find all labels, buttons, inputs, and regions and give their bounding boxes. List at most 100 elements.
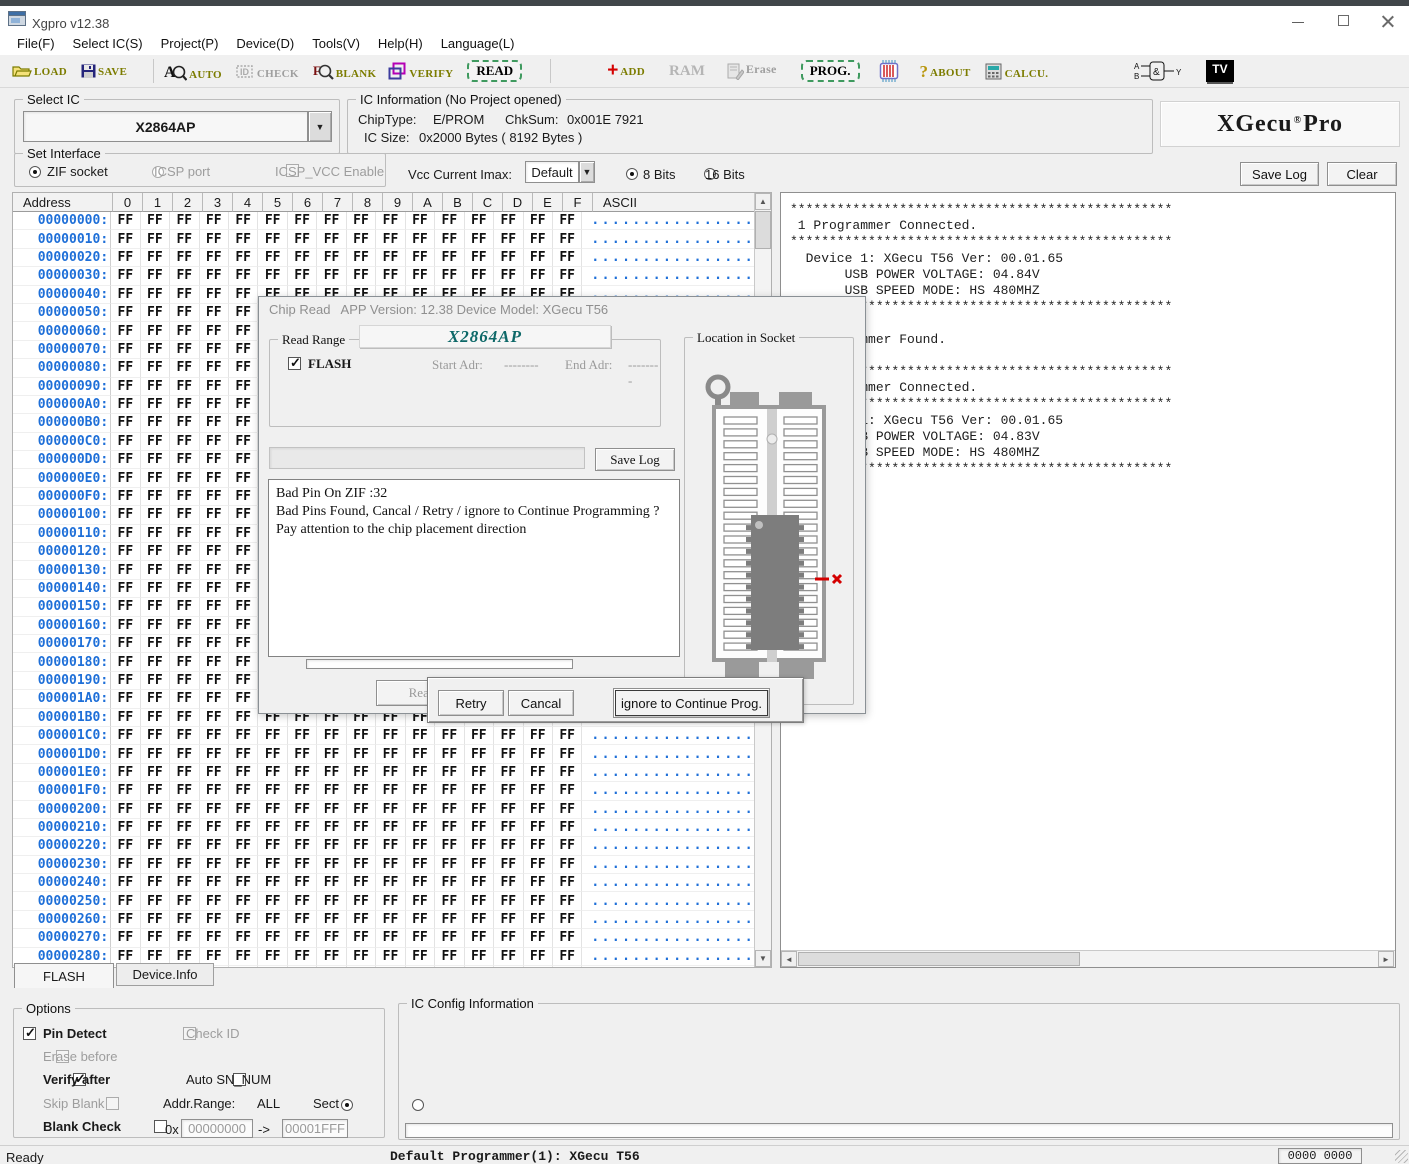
hex-byte-cell[interactable]: FF [258, 856, 287, 874]
auto-button[interactable]: A AUTO [164, 62, 222, 81]
hex-byte-cell[interactable]: FF [524, 764, 553, 782]
hex-byte-cell[interactable]: FF [141, 322, 170, 340]
scroll-right-icon[interactable]: ► [1378, 951, 1394, 967]
hex-byte-cell[interactable]: FF [141, 414, 170, 432]
hex-byte-cell[interactable]: FF [111, 598, 140, 616]
hex-byte-cell[interactable]: FF [524, 874, 553, 892]
hex-byte-cell[interactable]: FF [141, 709, 170, 727]
hex-byte-cell[interactable]: FF [317, 929, 346, 947]
hex-byte-cell[interactable]: FF [170, 267, 199, 285]
hex-byte-cell[interactable]: FF [494, 819, 523, 837]
hex-byte-cell[interactable]: FF [170, 672, 199, 690]
hex-byte-cell[interactable]: FF [229, 892, 258, 910]
ignore-continue-button[interactable]: ignore to Continue Prog. [613, 688, 770, 718]
hex-byte-cell[interactable]: FF [553, 892, 582, 910]
hex-byte-cell[interactable]: FF [229, 874, 258, 892]
hex-byte-cell[interactable]: FF [111, 378, 140, 396]
hex-byte-cell[interactable]: FF [258, 782, 287, 800]
hex-byte-cell[interactable]: FF [435, 764, 464, 782]
hex-byte-cell[interactable]: FF [258, 948, 287, 966]
hex-byte-cell[interactable]: FF [111, 230, 140, 248]
hex-byte-cell[interactable]: FF [170, 819, 199, 837]
tab-flash[interactable]: FLASH [14, 963, 114, 988]
hex-byte-cell[interactable]: FF [435, 745, 464, 763]
hex-byte-cell[interactable]: FF [141, 782, 170, 800]
hex-byte-cell[interactable]: FF [494, 801, 523, 819]
vcc-imax-combobox[interactable]: Default [525, 161, 579, 183]
hex-byte-cell[interactable]: FF [465, 764, 494, 782]
hex-byte-cell[interactable]: FF [200, 396, 229, 414]
hex-byte-cell[interactable]: FF [229, 690, 258, 708]
hex-byte-cell[interactable]: FF [229, 966, 258, 968]
hex-byte-cell[interactable]: FF [170, 506, 199, 524]
prog-button[interactable]: PROG. [801, 60, 860, 82]
hex-byte-cell[interactable]: FF [111, 580, 140, 598]
range-from-input[interactable]: 00000000 [181, 1119, 253, 1138]
hex-byte-cell[interactable]: FF [406, 911, 435, 929]
hex-byte-cell[interactable]: FF [229, 304, 258, 322]
hex-byte-cell[interactable]: FF [229, 543, 258, 561]
hex-byte-cell[interactable]: FF [111, 543, 140, 561]
hex-byte-cell[interactable]: FF [406, 837, 435, 855]
hex-byte-cell[interactable]: FF [141, 488, 170, 506]
hex-byte-cell[interactable]: FF [111, 267, 140, 285]
hex-byte-cell[interactable]: FF [553, 819, 582, 837]
hex-byte-cell[interactable]: FF [229, 396, 258, 414]
hex-byte-cell[interactable]: FF [229, 267, 258, 285]
hex-byte-cell[interactable]: FF [170, 874, 199, 892]
hex-byte-cell[interactable]: FF [170, 764, 199, 782]
hex-byte-cell[interactable]: FF [435, 782, 464, 800]
hex-byte-cell[interactable]: FF [347, 892, 376, 910]
hex-byte-cell[interactable]: FF [288, 764, 317, 782]
hex-byte-cell[interactable]: FF [141, 359, 170, 377]
hex-byte-cell[interactable]: FF [200, 617, 229, 635]
hex-byte-cell[interactable]: FF [111, 286, 140, 304]
hex-byte-cell[interactable]: FF [170, 782, 199, 800]
hex-byte-cell[interactable]: FF [288, 267, 317, 285]
hex-byte-cell[interactable]: FF [347, 929, 376, 947]
hex-byte-cell[interactable]: FF [317, 892, 346, 910]
hex-byte-cell[interactable]: FF [494, 874, 523, 892]
hex-byte-cell[interactable]: FF [111, 506, 140, 524]
hex-column-header[interactable]: 2 [173, 193, 203, 212]
hex-byte-cell[interactable]: FF [406, 745, 435, 763]
hex-byte-cell[interactable]: FF [435, 212, 464, 230]
hex-byte-cell[interactable]: FF [200, 469, 229, 487]
hex-byte-cell[interactable]: FF [347, 782, 376, 800]
hex-byte-cell[interactable]: FF [435, 819, 464, 837]
hex-byte-cell[interactable]: FF [494, 966, 523, 968]
hex-byte-cell[interactable]: FF [200, 433, 229, 451]
hex-byte-cell[interactable]: FF [170, 359, 199, 377]
hex-byte-cell[interactable]: FF [376, 230, 405, 248]
hex-byte-cell[interactable]: FF [258, 727, 287, 745]
hex-byte-cell[interactable]: FF [347, 801, 376, 819]
hex-byte-cell[interactable]: FF [288, 212, 317, 230]
hex-byte-cell[interactable]: FF [229, 414, 258, 432]
hex-byte-cell[interactable]: FF [317, 819, 346, 837]
hex-byte-cell[interactable]: FF [435, 929, 464, 947]
hex-byte-cell[interactable]: FF [141, 341, 170, 359]
hex-byte-cell[interactable]: FF [258, 249, 287, 267]
hex-byte-cell[interactable]: FF [553, 267, 582, 285]
hex-byte-cell[interactable]: FF [200, 378, 229, 396]
hex-byte-cell[interactable]: FF [465, 966, 494, 968]
hex-byte-cell[interactable]: FF [376, 212, 405, 230]
hex-byte-cell[interactable]: FF [141, 653, 170, 671]
hex-byte-cell[interactable]: FF [258, 764, 287, 782]
hex-byte-cell[interactable]: FF [317, 948, 346, 966]
hex-byte-cell[interactable]: FF [406, 230, 435, 248]
hex-byte-cell[interactable]: FF [200, 212, 229, 230]
hex-byte-cell[interactable]: FF [317, 801, 346, 819]
hex-byte-cell[interactable]: FF [465, 212, 494, 230]
hex-byte-cell[interactable]: FF [111, 653, 140, 671]
hex-byte-cell[interactable]: FF [200, 929, 229, 947]
hex-byte-cell[interactable]: FF [141, 543, 170, 561]
hex-byte-cell[interactable]: FF [347, 249, 376, 267]
blank-button[interactable]: F BLANK [313, 62, 377, 80]
hex-byte-cell[interactable]: FF [111, 709, 140, 727]
hex-byte-cell[interactable]: FF [376, 929, 405, 947]
hex-byte-cell[interactable]: FF [258, 230, 287, 248]
hex-byte-cell[interactable]: FF [170, 469, 199, 487]
hex-byte-cell[interactable]: FF [229, 212, 258, 230]
hex-byte-cell[interactable]: FF [435, 727, 464, 745]
